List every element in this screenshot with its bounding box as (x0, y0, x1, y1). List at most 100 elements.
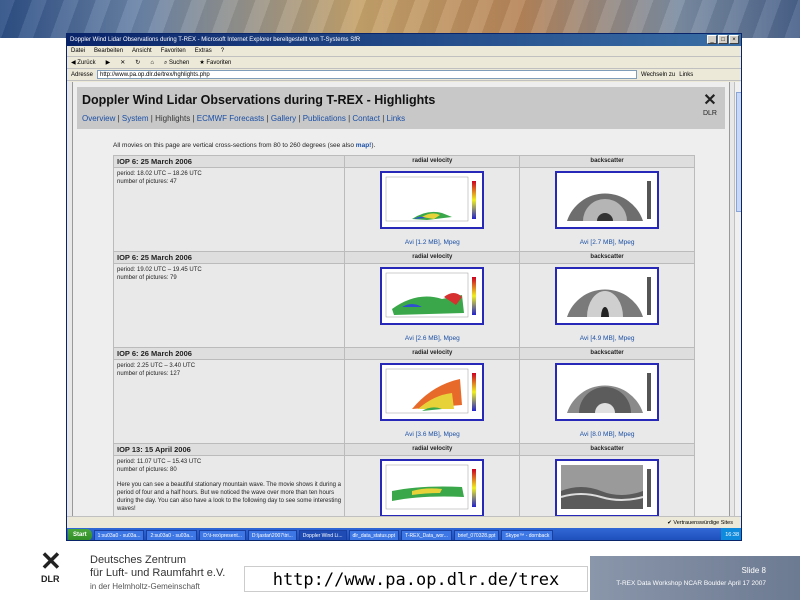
iop-pictures: number of pictures: 80 (117, 467, 177, 473)
backscatter-thumbnail[interactable] (555, 363, 660, 421)
backscatter-avi-link[interactable]: Avi [2.7 MB] (580, 239, 615, 246)
iop-pictures: number of pictures: 47 (117, 179, 177, 185)
menu-help[interactable]: ? (221, 46, 224, 56)
backscatter-thumbnail[interactable] (555, 171, 660, 229)
menu-datei[interactable]: Datei (71, 46, 85, 56)
site-nav: Overview | System | Highlights | ECMWF F… (82, 114, 406, 123)
footer-url: http://www.pa.op.dlr.de/trex (244, 566, 588, 592)
org-line2: für Luft- und Raumfahrt e.V. (90, 567, 226, 579)
radial-mpeg-link[interactable]: Mpeg (443, 431, 459, 438)
search-label: Suchen (168, 59, 190, 66)
start-button[interactable]: Start (68, 529, 92, 540)
iop-period: period: 19.02 UTC – 19.45 UTC (117, 267, 202, 273)
nav-ecmwf[interactable]: ECMWF Forecasts (197, 114, 265, 123)
nav-publications[interactable]: Publications (303, 114, 346, 123)
home-icon[interactable]: ⌂ (150, 57, 154, 69)
scroll-thumb[interactable] (736, 92, 741, 212)
menu-favoriten[interactable]: Favoriten (161, 46, 186, 56)
toolbar: ◀ Zurück ▶ ✕ ↻ ⌂ ⌕ Suchen ★ Favoriten (67, 57, 741, 69)
back-label: Zurück (77, 59, 96, 66)
dlr-logo: ✕ DLR (703, 93, 717, 118)
radial-velocity-thumbnail[interactable] (380, 363, 485, 421)
col-radial-velocity: radial velocity (344, 443, 521, 456)
menu-ansicht[interactable]: Ansicht (132, 46, 152, 56)
menu-bar: Datei Bearbeiten Ansicht Favoriten Extra… (67, 46, 741, 57)
col-radial-velocity: radial velocity (344, 251, 521, 264)
taskbar-item[interactable]: brief_070328.ppt (453, 529, 500, 540)
favorites-button[interactable]: ★ Favoriten (199, 57, 231, 69)
backscatter-avi-link[interactable]: Avi [8.0 MB] (580, 431, 615, 438)
backscatter-avi-link[interactable]: Avi [4.9 MB] (580, 335, 615, 342)
org-name: Deutsches Zentrum für Luft- und Raumfahr… (90, 554, 225, 593)
nav-overview[interactable]: Overview (82, 114, 115, 123)
nav-contact[interactable]: Contact (352, 114, 380, 123)
intro-text: All movies on this page are vertical cro… (113, 142, 375, 149)
backscatter-mpeg-link[interactable]: Mpeg (618, 239, 634, 246)
nav-links[interactable]: Links (387, 114, 406, 123)
taskbar-item[interactable]: dlr_data_status.ppt (348, 529, 400, 540)
radial-cell: Avi [1.2 MB], Mpeg (344, 167, 521, 252)
taskbar-item-active[interactable]: Doppler Wind Li... (298, 529, 347, 540)
col-radial-velocity: radial velocity (344, 155, 521, 168)
radial-avi-link[interactable]: Avi [3.6 MB] (405, 431, 440, 438)
radial-velocity-thumbnail[interactable] (380, 171, 485, 229)
nav-system[interactable]: System (122, 114, 149, 123)
browser-window: Doppler Wind Lidar Observations during T… (66, 33, 742, 541)
go-button[interactable]: Wechseln zu (641, 69, 675, 81)
taskbar-item[interactable]: D:\t-rex\present... (199, 529, 246, 540)
page-scrollbar[interactable] (734, 82, 741, 516)
maximize-button[interactable]: □ (718, 35, 728, 44)
backscatter-plot-icon (567, 373, 652, 413)
forward-icon[interactable]: ▶ (106, 57, 111, 69)
taskbar-item[interactable]: T-REX_Data_wor... (401, 529, 452, 540)
stop-icon[interactable]: ✕ (120, 57, 125, 69)
iop-name: IOP 6: 25 March 2006 (112, 251, 346, 264)
dlr-footer-icon: ✕ (40, 546, 62, 576)
radial-mpeg-link[interactable]: Mpeg (443, 335, 459, 342)
address-input[interactable]: http://www.pa.op.dlr.de/trex/hghlights.p… (97, 70, 638, 79)
taskbar-item[interactable]: Skype™ - dornback (501, 529, 554, 540)
iop-period: period: 2.25 UTC – 3.40 UTC (117, 363, 196, 369)
taskbar-item[interactable]: D:\jastar\2007\tri... (247, 529, 297, 540)
menu-extras[interactable]: Extras (195, 46, 212, 56)
backscatter-mpeg-link[interactable]: Mpeg (618, 431, 634, 438)
iop-period: period: 18.02 UTC – 18.26 UTC (117, 171, 202, 177)
radial-avi-link[interactable]: Avi [1.2 MB] (405, 239, 440, 246)
address-label: Adresse (71, 71, 94, 78)
status-bar: ✔ Vertrauenswürdige Sites (67, 516, 741, 528)
menu-bearbeiten[interactable]: Bearbeiten (94, 46, 123, 56)
nav-highlights: Highlights (155, 114, 191, 123)
map-link[interactable]: map! (356, 142, 372, 149)
search-button[interactable]: ⌕ Suchen (164, 57, 189, 69)
radial-avi-link[interactable]: Avi [2.6 MB] (405, 335, 440, 342)
radial-velocity-thumbnail[interactable] (380, 267, 485, 325)
links-button[interactable]: Links (679, 69, 693, 81)
taskbar-item[interactable]: 2:su03a0 - su03a... (146, 529, 198, 540)
table-row: period: 2.25 UTC – 3.40 UTC number of pi… (112, 359, 695, 444)
iop-info: period: 19.02 UTC – 19.45 UTC number of … (112, 263, 346, 348)
backscatter-cell: Avi [8.0 MB], Mpeg (519, 359, 695, 444)
backscatter-thumbnail[interactable] (555, 267, 660, 325)
system-tray-clock[interactable]: 16:38 (721, 528, 741, 540)
radial-velocity-thumbnail[interactable] (380, 459, 485, 516)
taskbar-item[interactable]: 1:su03a0 - su03a... (93, 529, 145, 540)
iop-name: IOP 13: 15 April 2006 (112, 443, 346, 456)
refresh-icon[interactable]: ↻ (135, 57, 140, 69)
radial-plot-icon (386, 464, 477, 510)
backscatter-cell (519, 455, 695, 516)
radial-mpeg-link[interactable]: Mpeg (443, 239, 459, 246)
intro-sentence: All movies on this page are vertical cro… (113, 142, 354, 149)
iop-info: period: 18.02 UTC – 18.26 UTC number of … (112, 167, 346, 252)
security-zone-label: Vertrauenswürdige Sites (673, 520, 733, 526)
workshop-label: T-REX Data Workshop NCAR Boulder April 1… (616, 580, 766, 587)
radial-plot-icon (386, 272, 477, 318)
address-bar: Adresse http://www.pa.op.dlr.de/trex/hgh… (67, 69, 741, 81)
nav-gallery[interactable]: Gallery (271, 114, 296, 123)
page-viewport: Doppler Wind Lidar Observations during T… (67, 82, 741, 516)
backscatter-thumbnail[interactable] (555, 459, 660, 516)
minimize-button[interactable]: _ (707, 35, 717, 44)
backscatter-mpeg-link[interactable]: Mpeg (618, 335, 634, 342)
col-radial-velocity: radial velocity (344, 347, 521, 360)
back-button[interactable]: ◀ Zurück (71, 57, 96, 69)
close-button[interactable]: × (729, 35, 739, 44)
